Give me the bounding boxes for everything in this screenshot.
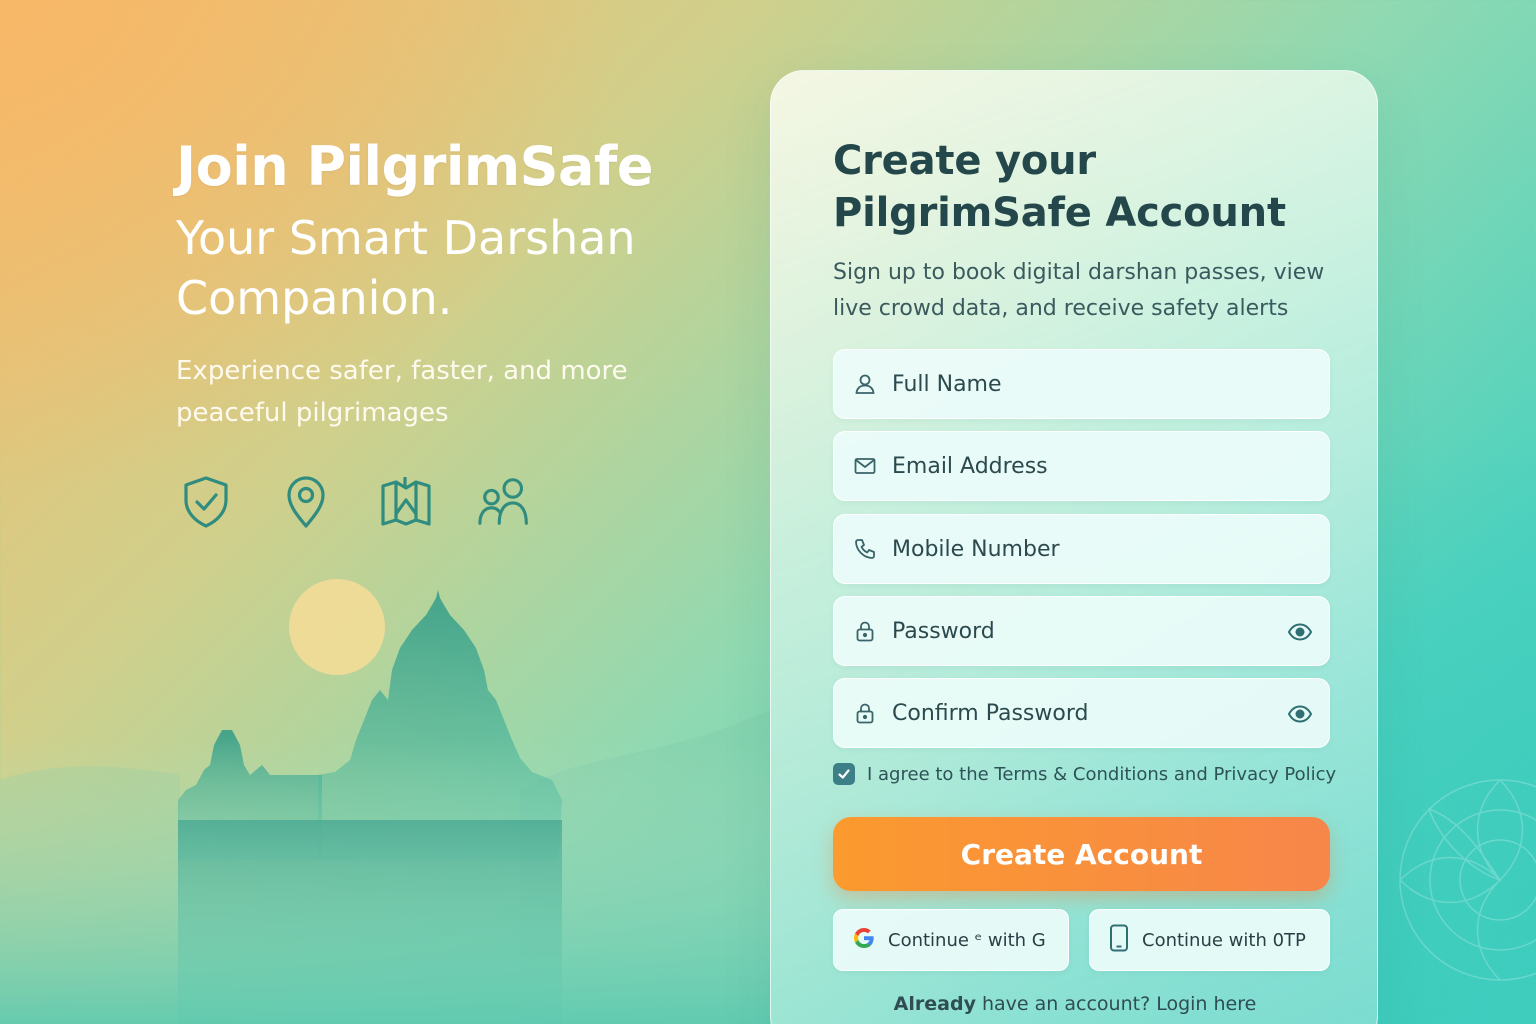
password-field[interactable] — [833, 596, 1330, 666]
location-pin-icon — [276, 470, 336, 534]
login-prompt: Already have an account? Login here — [771, 993, 1379, 1015]
mobile-input[interactable] — [892, 529, 1272, 569]
hero-description: Experience safer, faster, and more peace… — [176, 356, 628, 428]
temple-silhouette-illustration — [0, 579, 770, 1024]
signup-card: Create your PilgrimSafe Account Sign up … — [770, 70, 1378, 1024]
terms-label[interactable]: I agree to the Terms & Conditions and Pr… — [867, 764, 1336, 785]
login-prompt-bold: Already — [893, 993, 976, 1015]
email-input[interactable] — [892, 446, 1272, 486]
lock-icon — [852, 618, 878, 644]
confirm-password-field[interactable] — [833, 678, 1330, 748]
login-link[interactable]: have an account? Login here — [976, 993, 1256, 1015]
mail-icon — [852, 453, 878, 479]
hero-title: Join PilgrimSafe — [176, 135, 654, 198]
terms-checkbox[interactable] — [833, 763, 855, 785]
hero-tagline: Your Smart Darshan Companion. — [176, 211, 636, 325]
show-password-eye-icon[interactable] — [1287, 619, 1313, 645]
phone-icon — [852, 536, 878, 562]
mobile-phone-icon — [1108, 924, 1130, 956]
google-icon — [852, 926, 876, 954]
sun-illustration — [289, 579, 385, 675]
continue-with-otp-button[interactable]: Continue with 0TP — [1089, 909, 1330, 971]
card-subtitle: Sign up to book digital darshan passes, … — [833, 260, 1325, 321]
card-title: Create your PilgrimSafe Account — [833, 138, 1286, 236]
mandala-decoration — [1398, 778, 1536, 981]
terms-agreement: I agree to the Terms & Conditions and Pr… — [833, 763, 1336, 785]
full-name-input[interactable] — [892, 364, 1272, 404]
show-confirm-password-eye-icon[interactable] — [1287, 701, 1313, 727]
password-input[interactable] — [892, 611, 1272, 651]
hero: Join PilgrimSafe Your Smart Darshan Comp… — [176, 136, 696, 434]
mobile-field[interactable] — [833, 514, 1330, 584]
map-icon — [376, 470, 436, 534]
group-icon — [476, 470, 536, 534]
otp-button-label: Continue with 0TP — [1142, 929, 1306, 951]
create-account-button[interactable]: Create Account — [833, 817, 1330, 891]
email-field[interactable] — [833, 431, 1330, 501]
shield-check-icon — [176, 470, 236, 534]
full-name-field[interactable] — [833, 349, 1330, 419]
continue-with-google-button[interactable]: Continue ᵉ with G — [833, 909, 1069, 971]
confirm-password-input[interactable] — [892, 693, 1272, 733]
feature-icons — [176, 470, 536, 534]
user-icon — [852, 371, 878, 397]
google-button-label: Continue ᵉ with G — [888, 929, 1046, 951]
lock-icon — [852, 700, 878, 726]
